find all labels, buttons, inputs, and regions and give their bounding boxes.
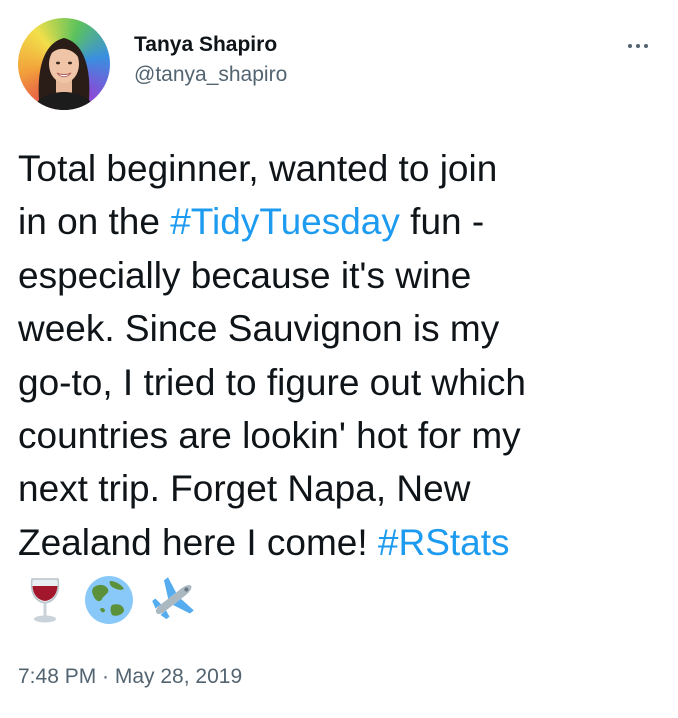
display-name[interactable]: Tanya Shapiro bbox=[134, 32, 287, 58]
tweet-text-line: countries are lookin' hot for my bbox=[18, 409, 668, 462]
tweet-card: Tanya Shapiro @tanya_shapiro Total begin… bbox=[0, 0, 678, 718]
tweet-text-line: Zealand here I come! #RStats bbox=[18, 516, 668, 569]
tweet-text-line: Total beginner, wanted to join bbox=[18, 142, 668, 195]
tweet-text-line: go-to, I tried to figure out which bbox=[18, 356, 668, 409]
tweet-text-segment: week. Since Sauvignon is my bbox=[18, 308, 500, 350]
tweet-text-segment: go-to, I tried to figure out which bbox=[18, 361, 526, 403]
wine-glass-icon bbox=[18, 573, 72, 627]
tweet-text-segment: Total beginner, wanted to join bbox=[18, 148, 498, 189]
tweet-text-line: week. Since Sauvignon is my bbox=[18, 302, 668, 355]
airplane-icon bbox=[146, 573, 200, 627]
tweet-text-segment: fun - bbox=[399, 201, 485, 243]
avatar-portrait bbox=[32, 38, 96, 110]
user-handle[interactable]: @tanya_shapiro bbox=[134, 62, 287, 88]
tweet-text-segment: Zealand here I come! bbox=[18, 521, 378, 563]
tweet-text-line: next trip. Forget Napa, New bbox=[18, 462, 668, 515]
tweet-text-segment: in on the bbox=[18, 201, 171, 243]
tweet-text-segment: countries are lookin' hot for my bbox=[18, 414, 521, 456]
globe-icon bbox=[82, 573, 136, 627]
hashtag-link[interactable]: #RStats bbox=[378, 522, 510, 563]
tweet-text: Total beginner, wanted to join in on the … bbox=[18, 142, 668, 569]
author-info: Tanya Shapiro @tanya_shapiro bbox=[134, 32, 287, 88]
emoji-row bbox=[18, 570, 200, 630]
more-horizontal-icon[interactable] bbox=[618, 36, 658, 56]
avatar[interactable] bbox=[18, 18, 110, 110]
hashtag-link[interactable]: #TidyTuesday bbox=[170, 201, 400, 242]
tweet-text-segment: next trip. Forget Napa, New bbox=[18, 468, 471, 510]
tweet-text-line: especially because it's wine bbox=[18, 249, 668, 302]
tweet-text-line: in on the #TidyTuesday fun - bbox=[18, 195, 668, 248]
tweet-timestamp[interactable]: 7:48 PM · May 28, 2019 bbox=[18, 664, 242, 690]
tweet-text-segment: especially because it's wine bbox=[18, 254, 472, 296]
